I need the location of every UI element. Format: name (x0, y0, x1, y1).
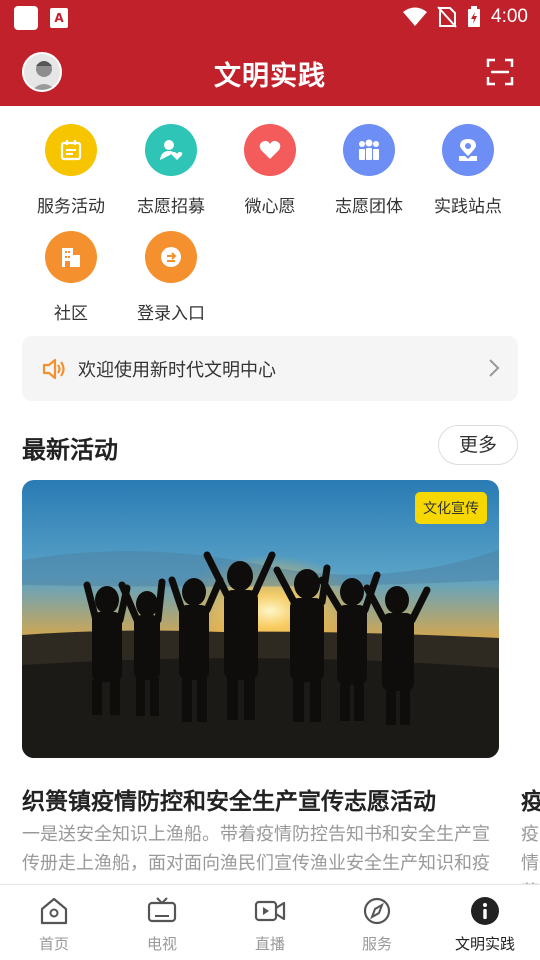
more-button[interactable]: 更多 (438, 425, 518, 465)
nav-label: 首页 (38, 935, 69, 953)
status-left: A (14, 6, 68, 30)
status-bar: A 4:00 (0, 0, 540, 36)
status-right: 4:00 (403, 6, 528, 28)
grid-label: 服务活动 (37, 197, 105, 217)
app-notification-icon: A (50, 8, 68, 28)
nav-label: 服务 (361, 935, 392, 953)
activity-card-image[interactable]: 文化宣传 (22, 480, 499, 758)
grid-label: 实践站点 (434, 197, 502, 217)
calendar-icon (45, 124, 97, 176)
grid-label: 社区 (54, 304, 88, 324)
scan-icon[interactable] (486, 58, 514, 86)
compass-icon (342, 895, 412, 927)
nav-item-civilization[interactable]: 文明实践 (450, 895, 520, 954)
grid-item-community[interactable]: 社区 (21, 231, 121, 324)
category-tag: 文化宣传 (415, 492, 487, 524)
grid-item-practice-station[interactable]: 实践站点 (418, 124, 518, 217)
nav-label: 直播 (254, 935, 285, 953)
nav-label: 文明实践 (454, 935, 515, 953)
no-sim-icon (437, 6, 457, 28)
tv-icon (127, 895, 197, 927)
grid-item-volunteer-group[interactable]: 志愿团体 (319, 124, 419, 217)
nav-item-service[interactable]: 服务 (342, 895, 412, 954)
nav-item-tv[interactable]: 电视 (127, 895, 197, 954)
notification-icon (14, 6, 38, 30)
section-title: 最新活动 (22, 436, 118, 464)
wifi-icon (403, 7, 428, 26)
grid-item-login-entry[interactable]: 登录入口 (121, 231, 221, 324)
grid-label: 志愿招募 (137, 197, 205, 217)
heart-icon (244, 124, 296, 176)
grid-label: 微心愿 (244, 197, 296, 217)
grid-label: 志愿团体 (335, 197, 403, 217)
info-icon (450, 895, 520, 927)
grid-item-service-activity[interactable]: 服务活动 (21, 124, 121, 217)
grid-item-volunteer-recruit[interactable]: 志愿招募 (121, 124, 221, 217)
notice-bar[interactable]: 欢迎使用新时代文明中心 (22, 336, 518, 401)
speaker-icon (42, 358, 65, 380)
activity-title[interactable]: 织篑镇疫情防控和安全生产宣传志愿活动 (22, 782, 502, 816)
status-time: 4:00 (491, 6, 528, 27)
activity-description: 一是送安全知识上渔船。带着疫情防控告知书和安全生产宣传册走上渔船，面对面向渔民们… (22, 824, 490, 874)
next-card-title[interactable]: 疫 (521, 782, 540, 816)
notice-text: 欢迎使用新时代文明中心 (78, 360, 276, 381)
group-icon (343, 124, 395, 176)
person-heart-icon (145, 124, 197, 176)
grid-label: 登录入口 (137, 304, 205, 324)
bottom-nav: 首页 电视 直播 服务 文明实践 (0, 884, 540, 960)
home-icon (19, 895, 89, 927)
chevron-right-icon (489, 359, 500, 377)
page-title: 文明实践 (214, 61, 326, 92)
location-icon (442, 124, 494, 176)
building-icon (45, 231, 97, 283)
login-icon (145, 231, 197, 283)
battery-icon (468, 6, 481, 27)
nav-label: 电视 (146, 935, 177, 953)
nav-item-live[interactable]: 直播 (235, 895, 305, 954)
nav-item-home[interactable]: 首页 (19, 895, 89, 954)
live-icon (235, 895, 305, 927)
app-header: 文明实践 (0, 36, 540, 106)
grid-item-micro-wish[interactable]: 微心愿 (220, 124, 320, 217)
